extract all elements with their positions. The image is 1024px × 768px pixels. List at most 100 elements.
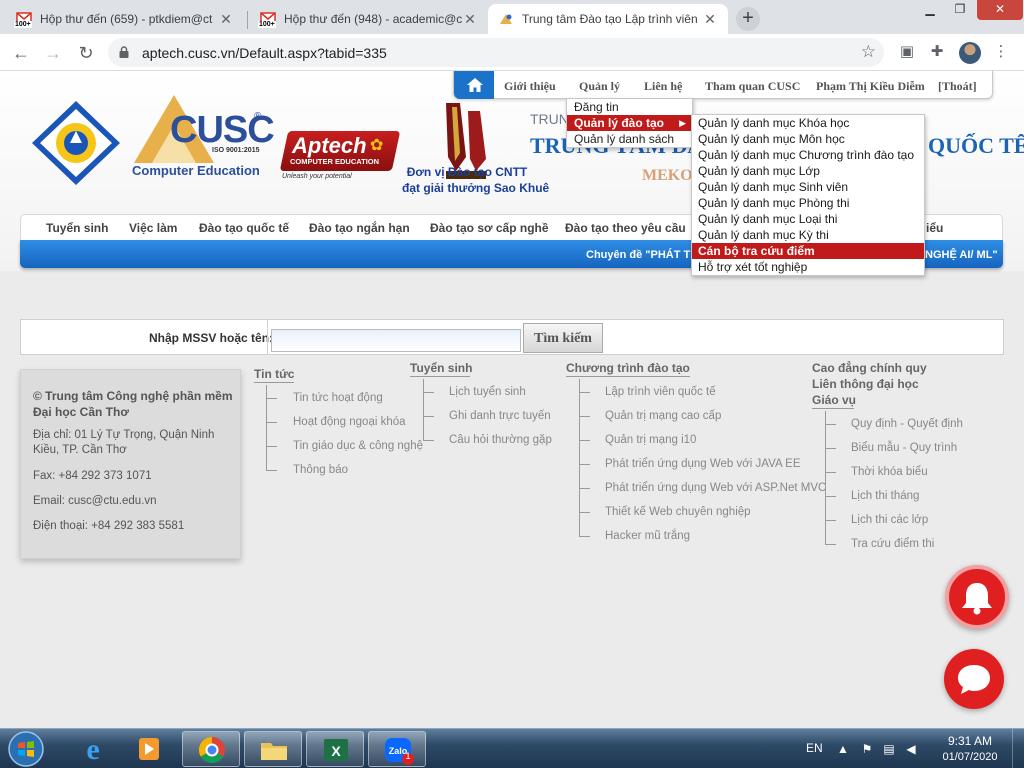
cusc-logo[interactable]: CUSC ® ISO 9001:2015 Computer Education [130,93,275,185]
footer-col-tuyen-sinh-title[interactable]: Tuyển sinh [410,361,472,377]
logout-link[interactable]: [Thoát] [938,79,977,94]
windows-start-icon[interactable] [4,730,48,768]
extensions-puzzle-icon[interactable]: ✚ [926,41,948,63]
tree-branch [579,536,590,537]
footer-link[interactable]: Thời khóa biểu [851,466,928,478]
menu-item-quan-ly-danh-sach[interactable]: Quản lý danh sách [567,131,692,147]
close-window-icon[interactable]: ✕ [977,0,1023,20]
clock-date[interactable]: 01/07/2020 [936,751,1004,763]
submenu-item[interactable]: Quản lý danh mục Sinh viên [692,179,924,195]
restore-icon[interactable]: ❐ [945,0,975,20]
submenu-item[interactable]: Quản lý danh mục Môn học [692,131,924,147]
footer-link[interactable]: Quản trị mạng i10 [605,434,696,446]
submenu-item-can-bo-tra-cuu-diem[interactable]: Cán bộ tra cứu điểm [692,243,924,259]
footer-link[interactable]: Tin giáo dục & công nghệ [293,440,423,452]
footer-link[interactable]: Ghi danh trực tuyến [449,410,551,422]
nav-bieu-mau[interactable]: iểu [926,221,943,235]
top-menu-user-name[interactable]: Phạm Thị Kiều Diễm [816,79,925,94]
nav-dao-tao-ngan-han[interactable]: Đào tạo ngắn hạn [309,221,410,235]
media-player-taskbar-icon[interactable] [120,731,178,767]
address-bar[interactable]: aptech.cusc.vn/Default.aspx?tabid=335 ☆ [108,38,884,67]
footer-col-tin-tuc-title[interactable]: Tin tức [254,367,294,383]
submenu-item[interactable]: Quản lý danh mục Lớp [692,163,924,179]
footer-col-cao-dang-title[interactable]: Cao đẳng chính quy [812,361,927,375]
minimize-icon[interactable]: ▁ [915,0,945,20]
footer-link[interactable]: Phát triển ứng dụng Web với JAVA EE [605,458,801,470]
submenu-item[interactable]: Quản lý danh mục Loại thi [692,211,924,227]
excel-taskbar-icon[interactable]: X [306,731,364,767]
show-hidden-icons-icon[interactable]: ▲ [836,742,850,756]
submenu-item[interactable]: Quản lý danh mục Kỳ thi [692,227,924,243]
nav-dao-tao-so-cap-nghe[interactable]: Đào tạo sơ cấp nghề [430,221,549,235]
cast-icon[interactable]: ▣ [896,41,918,63]
file-explorer-taskbar-icon[interactable] [244,731,302,767]
search-button[interactable]: Tìm kiếm [523,323,603,353]
nav-dao-tao-theo-yeu-cau[interactable]: Đào tạo theo yêu cầu [565,221,686,235]
back-icon[interactable]: ← [8,40,34,66]
submenu-item[interactable]: Quản lý danh mục Phòng thi [692,195,924,211]
footer-link[interactable]: Lịch tuyển sinh [449,386,526,398]
footer-link[interactable]: Tra cứu điểm thi [851,538,934,550]
footer-link[interactable]: Quản trị mạng cao cấp [605,410,721,422]
reload-icon[interactable]: ↻ [73,40,99,66]
home-button[interactable] [454,71,494,99]
aptech-logo[interactable]: Aptech ✿ COMPUTER EDUCATION Unleash your… [278,127,410,189]
footer-link[interactable]: Lập trình viên quốc tế [605,386,716,398]
language-indicator[interactable]: EN [806,741,823,755]
tab-gmail-1[interactable]: 100+ Hộp thư đến (659) - ptkdiem@ct ✕ [6,4,244,34]
action-center-flag-icon[interactable]: ⚑ [860,742,874,756]
bookmark-star-icon[interactable]: ☆ [861,42,876,62]
footer-link[interactable]: Quy định - Quyết định [851,418,963,430]
volume-icon[interactable]: ◀ [904,742,918,756]
top-menu-lien-he[interactable]: Liên hệ [644,79,682,94]
forward-icon[interactable]: → [40,40,66,66]
contact-fax: Fax: +84 292 373 1071 [33,470,152,482]
chrome-taskbar-icon[interactable] [182,731,240,767]
submenu-item[interactable]: Quản lý danh mục Khóa học [692,115,924,131]
top-menu-quan-ly[interactable]: Quản lý [579,79,620,94]
footer-col-giao-vu-title[interactable]: Giáo vụ [812,393,856,409]
footer-link[interactable]: Thông báo [293,464,348,476]
menu-item-quan-ly-dao-tao[interactable]: Quản lý đào tạo ▶ [567,115,692,131]
tab-aptech-active[interactable]: Trung tâm Đào tạo Lập trình viên ✕ [488,4,728,34]
tab-gmail-2[interactable]: 100+ Hộp thư đến (948) - academic@c ✕ [250,4,488,34]
nav-tuyen-sinh[interactable]: Tuyển sinh [46,221,108,235]
footer-link[interactable]: Lịch thi các lớp [851,514,928,526]
footer-link[interactable]: Lịch thi tháng [851,490,919,502]
top-menu-gioi-thieu[interactable]: Giới thiệu [504,79,556,94]
footer-link[interactable]: Phát triển ứng dụng Web với ASP.Net MVC [605,482,826,494]
top-menu-tham-quan[interactable]: Tham quan CUSC [705,79,800,94]
submenu-item[interactable]: Quản lý danh mục Chương trình đào tạo [692,147,924,163]
profile-avatar[interactable] [959,42,981,64]
menu-dots-icon[interactable]: ⋮ [990,41,1012,63]
title-underline [566,376,690,377]
footer-col-lien-thong-title[interactable]: Liên thông đại học [812,377,919,391]
nav-dao-tao-quoc-te[interactable]: Đào tạo quốc tế [199,221,289,235]
network-icon[interactable]: ▤ [882,742,896,756]
footer-link[interactable]: Hacker mũ trắng [605,530,690,542]
top-menu: Giới thiệu Quản lý Liên hệ Tham quan CUS… [453,71,993,99]
footer-link[interactable]: Biểu mẫu - Quy trình [851,442,957,454]
show-desktop-button[interactable] [1012,729,1024,768]
search-input[interactable] [271,329,521,352]
submenu-item[interactable]: Hỗ trợ xét tốt nghiệp [692,259,924,275]
nav-viec-lam[interactable]: Việc làm [129,221,177,235]
browser-toolbar: ← → ↻ aptech.cusc.vn/Default.aspx?tabid=… [0,34,1024,71]
close-icon[interactable]: ✕ [702,11,718,28]
notification-bell-button[interactable] [945,565,1009,629]
chat-widget-button[interactable] [944,649,1004,709]
close-icon[interactable]: ✕ [462,11,478,28]
footer-link[interactable]: Câu hỏi thường gặp [449,434,552,446]
student-search-form: Nhập MSSV hoặc tên: Tìm kiếm [20,319,1004,355]
ctu-university-logo[interactable] [30,99,122,187]
close-icon[interactable]: ✕ [218,11,234,28]
new-tab-button[interactable]: + [736,7,760,31]
footer-link[interactable]: Tin tức hoạt động [293,392,383,404]
zalo-taskbar-icon[interactable]: Zalo 1 [368,731,426,767]
menu-item-dang-tin[interactable]: Đăng tin [567,99,692,115]
internet-explorer-taskbar-icon[interactable]: e [64,731,122,767]
clock-time[interactable]: 9:31 AM [940,734,1000,748]
footer-link[interactable]: Thiết kế Web chuyên nghiệp [605,506,751,518]
footer-link[interactable]: Hoạt động ngoại khóa [293,416,406,428]
footer-col-chuong-trinh-title[interactable]: Chương trình đào tạo [566,361,690,377]
